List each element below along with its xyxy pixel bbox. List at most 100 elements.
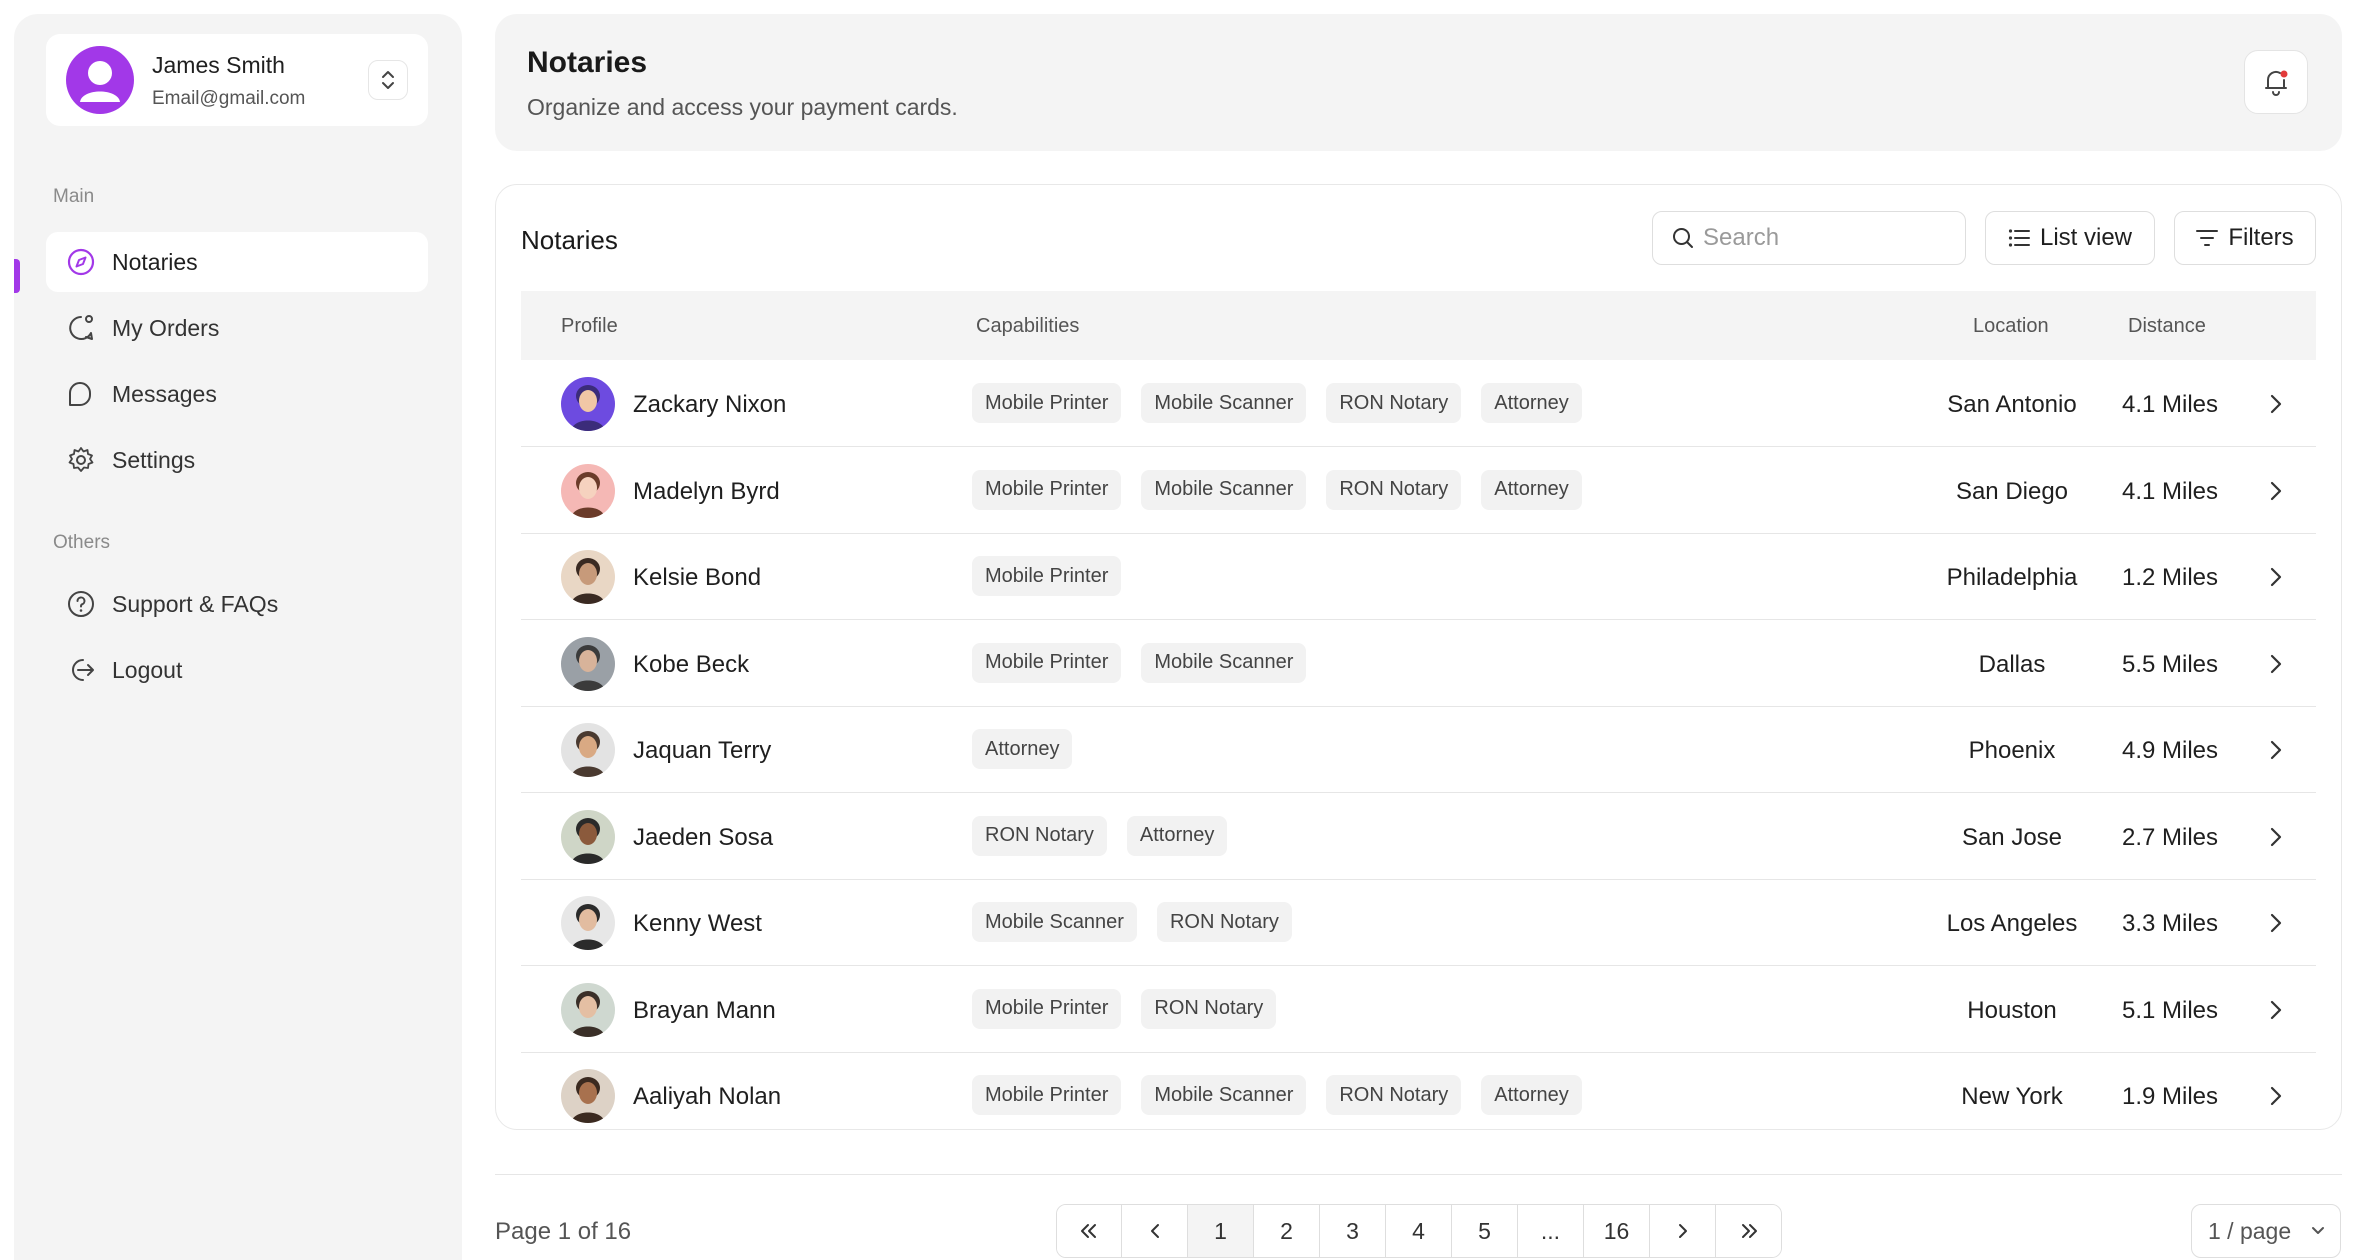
account-switch-button[interactable] <box>368 60 408 100</box>
notary-name[interactable]: Kobe Beck <box>633 651 749 679</box>
chevron-right-icon[interactable] <box>2261 562 2291 592</box>
page-button-4[interactable]: 4 <box>1386 1205 1452 1257</box>
capability-tags: Mobile Printer Mobile Scanner <box>972 642 1307 683</box>
filters-label: Filters <box>2228 224 2294 251</box>
capability-tags: Mobile Printer Mobile Scanner RON Notary At… <box>972 1075 1582 1115</box>
profile-photo <box>561 809 615 864</box>
table-row[interactable]: Madelyn Byrd Mobile Printer Mobile Scanne… <box>521 448 2316 534</box>
notary-distance: 1.9 Miles <box>2121 1083 2219 1110</box>
prev-page-button[interactable] <box>1122 1205 1188 1257</box>
table-row[interactable]: Brayan Mann Mobile Printer RON Notary Hou… <box>521 967 2316 1053</box>
chevron-up-down-icon <box>382 71 394 89</box>
capability-tags: Mobile Printer RON Notary <box>972 988 1277 1029</box>
next-page-button[interactable] <box>1650 1205 1716 1257</box>
per-page-select[interactable]: 1 / page <box>2191 1204 2341 1258</box>
capability-tag: Mobile Scanner <box>1141 642 1307 683</box>
user-email: Email@gmail.com <box>152 88 306 109</box>
notary-name[interactable]: Kelsie Bond <box>633 564 761 592</box>
notary-name[interactable]: Zackary Nixon <box>633 391 786 419</box>
table-header: Profile Capabilities Location Distance <box>521 291 2316 360</box>
last-page-button[interactable] <box>1716 1205 1781 1257</box>
notary-name[interactable]: Madelyn Byrd <box>633 478 780 506</box>
capability-tag: Mobile Printer <box>972 988 1122 1029</box>
notary-name[interactable]: Kenny West <box>633 910 762 938</box>
table-row[interactable]: Kobe Beck Mobile Printer Mobile Scanner D… <box>521 621 2316 707</box>
notifications-button[interactable] <box>2244 50 2308 114</box>
user-name: James Smith <box>152 52 285 78</box>
capability-tags: Attorney <box>972 729 1073 769</box>
filters-button[interactable]: Filters <box>2174 211 2316 265</box>
chevron-right-icon[interactable] <box>2261 735 2291 765</box>
column-header-capabilities[interactable]: Capabilities <box>976 315 1079 338</box>
capability-tag: Mobile Scanner <box>1141 1075 1307 1115</box>
capability-tag: Mobile Printer <box>972 1075 1122 1115</box>
chevron-right-icon[interactable] <box>2261 995 2291 1025</box>
divider <box>495 1174 2342 1175</box>
capability-tag: Attorney <box>1481 1075 1582 1115</box>
avatar <box>561 636 615 691</box>
chevron-right-icon[interactable] <box>2261 476 2291 506</box>
notary-name[interactable]: Brayan Mann <box>633 997 776 1025</box>
table-row[interactable]: Jaeden Sosa RON Notary Attorney San Jose … <box>521 794 2316 880</box>
logout-icon <box>72 659 94 681</box>
sidebar-item-label: My Orders <box>112 314 220 341</box>
table-row[interactable]: Jaquan Terry Attorney Phoenix 4.9 Miles <box>521 707 2316 793</box>
chevron-right-icon[interactable] <box>2261 1081 2291 1111</box>
notary-name[interactable]: Aaliyah Nolan <box>633 1083 781 1111</box>
sidebar-item-label: Logout <box>112 656 183 683</box>
capability-tag: Mobile Printer <box>972 469 1122 510</box>
notary-location: San Antonio <box>1947 391 2077 418</box>
capability-tags: Mobile Printer Mobile Scanner RON Notary At… <box>972 469 1582 510</box>
list-view-button[interactable]: List view <box>1985 211 2155 265</box>
table-row[interactable]: Zackary Nixon Mobile Printer Mobile Scann… <box>521 361 2316 447</box>
sidebar-item-notaries[interactable]: Notaries <box>46 232 428 292</box>
sidebar-item-settings[interactable]: Settings <box>46 430 428 490</box>
table-row[interactable]: Aaliyah Nolan Mobile Printer Mobile Scann… <box>521 1053 2316 1139</box>
page-button-3[interactable]: 3 <box>1320 1205 1386 1257</box>
avatar <box>561 550 615 604</box>
notary-name[interactable]: Jaeden Sosa <box>633 824 773 852</box>
column-header-profile[interactable]: Profile <box>561 315 618 338</box>
search-input[interactable] <box>1703 224 1943 252</box>
notary-location: Los Angeles <box>1946 910 2078 937</box>
table-row[interactable]: Kenny West Mobile Scanner RON Notary Los … <box>521 880 2316 966</box>
user-card[interactable]: James Smith Email@gmail.com <box>46 34 428 126</box>
page-button-16[interactable]: 16 <box>1584 1205 1650 1257</box>
chevron-right-icon <box>1678 1224 1687 1238</box>
chevron-right-icon[interactable] <box>2261 389 2291 419</box>
sidebar-item-my-orders[interactable]: My Orders <box>46 298 428 358</box>
sidebar-item-label: Settings <box>112 446 196 473</box>
page-header: Notaries Organize and access your paymen… <box>495 14 2342 151</box>
search-box[interactable] <box>1652 211 1966 265</box>
table-row[interactable]: Kelsie Bond Mobile Printer Philadelphia … <box>521 534 2316 620</box>
help-circle-icon <box>68 591 94 617</box>
notary-distance: 4.1 Miles <box>2121 477 2219 505</box>
chevron-right-icon[interactable] <box>2261 649 2291 679</box>
sidebar: James Smith Email@gmail.com Main Notarie… <box>14 14 462 1260</box>
page-button-5[interactable]: 5 <box>1452 1205 1518 1257</box>
capability-tag: Attorney <box>1126 815 1228 856</box>
column-header-distance[interactable]: Distance <box>2128 315 2206 338</box>
notaries-panel: Notaries List view Filters Profile Capab… <box>495 184 2342 1130</box>
capability-tag: RON Notary <box>1326 383 1462 423</box>
sidebar-item-support[interactable]: Support & FAQs <box>46 574 428 634</box>
pagination: 1 2 3 4 5 ... 16 <box>1056 1204 1782 1258</box>
capability-tag: Attorney <box>1481 469 1582 510</box>
avatar <box>561 723 615 777</box>
capability-tag: Mobile Scanner <box>1141 383 1307 423</box>
search-icon <box>1673 228 1693 248</box>
page-button-2[interactable]: 2 <box>1254 1205 1320 1257</box>
capability-tag: Attorney <box>972 729 1073 769</box>
capability-tags: Mobile Printer <box>972 556 1122 596</box>
capability-tag: Mobile Printer <box>972 556 1122 596</box>
capability-tags: RON Notary Attorney <box>972 815 1228 856</box>
notary-name[interactable]: Jaquan Terry <box>633 737 771 765</box>
first-page-button[interactable] <box>1057 1205 1122 1257</box>
sidebar-item-logout[interactable]: Logout <box>46 640 428 700</box>
chevron-right-icon[interactable] <box>2261 908 2291 938</box>
sidebar-item-messages[interactable]: Messages <box>46 364 428 424</box>
chevron-right-icon[interactable] <box>2261 822 2291 852</box>
notary-location: New York <box>1961 1083 2063 1110</box>
page-button-1[interactable]: 1 <box>1188 1205 1254 1257</box>
column-header-location[interactable]: Location <box>1973 315 2049 338</box>
